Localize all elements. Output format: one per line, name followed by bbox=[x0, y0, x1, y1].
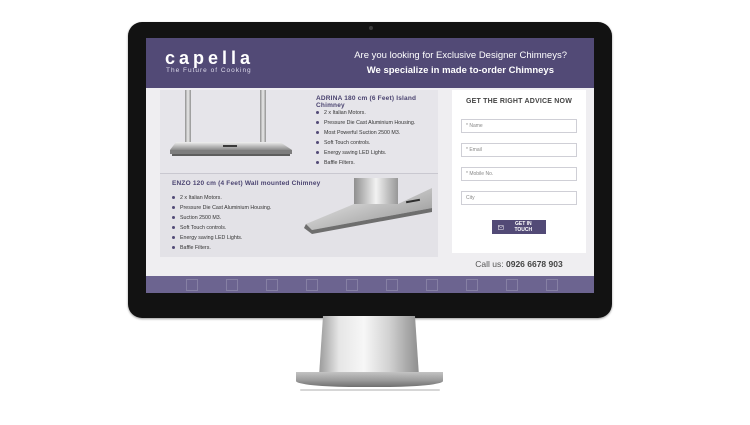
product-title-adrina: ADRINA 180 cm (6 Feet) Island Chimney bbox=[316, 95, 417, 109]
product-title-enzo: ENZO 120 cm (4 Feet) Wall mounted Chimne… bbox=[172, 180, 321, 187]
webcam-dot bbox=[369, 26, 373, 30]
footer-icon-strip bbox=[146, 276, 594, 293]
bullet-icon bbox=[316, 111, 319, 115]
product-card-adrina: ADRINA 180 cm (6 Feet) Island Chimney 2 … bbox=[160, 90, 438, 174]
bullet-icon bbox=[172, 196, 175, 200]
decorative-icon bbox=[266, 279, 278, 291]
feature-item: 2 x Italian Motors. bbox=[172, 193, 271, 203]
feature-item: Pressure Die Cast Aluminium Housing. bbox=[172, 203, 271, 213]
feature-list-enzo: 2 x Italian Motors. Pressure Die Cast Al… bbox=[172, 193, 271, 253]
feature-item: Energy saving LED Lights. bbox=[316, 148, 415, 158]
monitor-stand-shadow bbox=[300, 389, 440, 391]
site-header: capella The Future of Cooking Are you lo… bbox=[146, 38, 594, 88]
envelope-icon bbox=[498, 224, 504, 230]
bullet-icon bbox=[316, 151, 319, 155]
header-headline-specialize: We specialize in made to-order Chimneys bbox=[366, 65, 554, 76]
header-headline-question: Are you looking for Exclusive Designer C… bbox=[354, 50, 567, 61]
bullet-icon bbox=[316, 121, 319, 125]
capella-logo[interactable]: capella bbox=[165, 48, 254, 69]
get-in-touch-button[interactable]: GET IN TOUCH bbox=[492, 220, 546, 234]
decorative-icon bbox=[506, 279, 518, 291]
email-input[interactable] bbox=[461, 143, 577, 157]
feature-item: Soft Touch controls. bbox=[172, 223, 271, 233]
decorative-icon bbox=[226, 279, 238, 291]
feature-list-adrina: 2 x Italian Motors. Pressure Die Cast Al… bbox=[316, 108, 415, 168]
form-title: GET THE RIGHT ADVICE NOW bbox=[465, 98, 573, 105]
feature-item: Pressure Die Cast Aluminium Housing. bbox=[316, 118, 415, 128]
bullet-icon bbox=[316, 131, 319, 135]
decorative-icon bbox=[186, 279, 198, 291]
city-input[interactable] bbox=[461, 191, 577, 205]
wall-chimney-image bbox=[304, 178, 432, 234]
feature-item: Soft Touch controls. bbox=[316, 138, 415, 148]
decorative-icon bbox=[546, 279, 558, 291]
decorative-icon bbox=[466, 279, 478, 291]
bullet-icon bbox=[172, 206, 175, 210]
decorative-icon bbox=[306, 279, 318, 291]
mobile-input[interactable] bbox=[461, 167, 577, 181]
decorative-icon bbox=[426, 279, 438, 291]
advice-form: GET THE RIGHT ADVICE NOW GET IN TOUCH bbox=[452, 90, 586, 253]
feature-item: 2 x Italian Motors. bbox=[316, 108, 415, 118]
feature-item: Baffle Filters. bbox=[316, 158, 415, 168]
feature-item: Energy saving LED Lights. bbox=[172, 233, 271, 243]
bullet-icon bbox=[172, 226, 175, 230]
bullet-icon bbox=[172, 246, 175, 250]
get-in-touch-label: GET IN TOUCH bbox=[514, 221, 533, 233]
feature-item: Suction 2500 M3. bbox=[172, 213, 271, 223]
phone-number[interactable]: 0926 6678 903 bbox=[506, 259, 563, 269]
name-input[interactable] bbox=[461, 119, 577, 133]
products-panel: ADRINA 180 cm (6 Feet) Island Chimney 2 … bbox=[160, 90, 438, 257]
logo-tagline: The Future of Cooking bbox=[166, 67, 252, 74]
bullet-icon bbox=[316, 141, 319, 145]
bullet-icon bbox=[172, 216, 175, 220]
bullet-icon bbox=[316, 161, 319, 165]
monitor-stand-base bbox=[296, 372, 443, 387]
bullet-icon bbox=[172, 236, 175, 240]
call-us-label: Call us: bbox=[475, 259, 504, 269]
island-chimney-image bbox=[170, 90, 292, 156]
monitor-stand-neck bbox=[319, 316, 419, 376]
decorative-icon bbox=[346, 279, 358, 291]
feature-item: Most Powerful Suction 2500 M3. bbox=[316, 128, 415, 138]
product-card-enzo: ENZO 120 cm (4 Feet) Wall mounted Chimne… bbox=[160, 174, 438, 257]
call-us-line: Call us: 0926 6678 903 bbox=[452, 259, 586, 269]
decorative-icon bbox=[386, 279, 398, 291]
monitor-screen: capella The Future of Cooking Are you lo… bbox=[146, 38, 594, 293]
feature-item: Baffle Filters. bbox=[172, 243, 271, 253]
